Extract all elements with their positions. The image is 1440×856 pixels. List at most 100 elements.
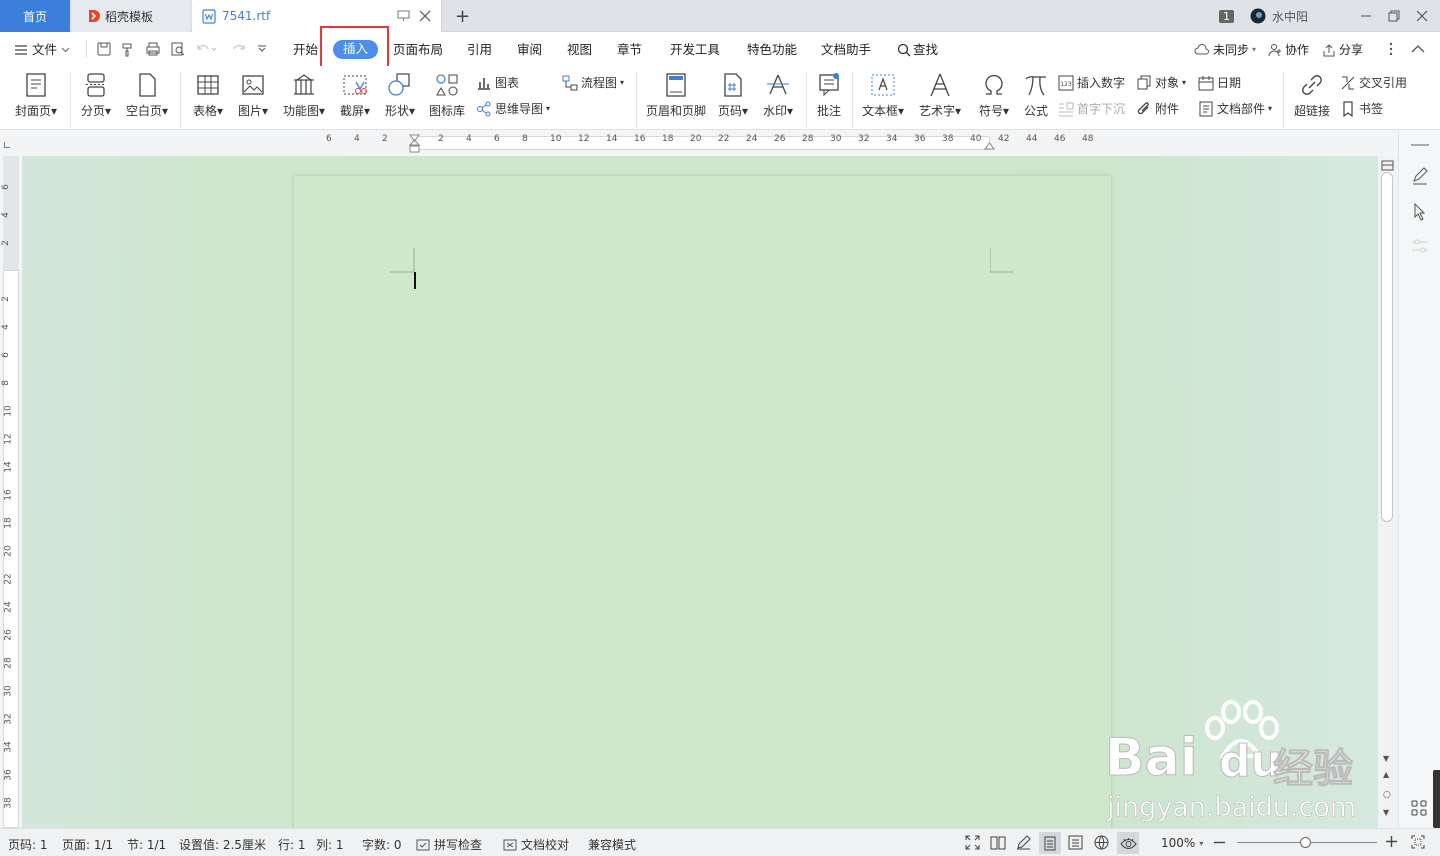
comment-button[interactable]: 批注 [812,72,846,119]
drop-cap-button[interactable]: 首字下沉 [1058,100,1125,117]
document-parts-button[interactable]: 文档部件 ▾ [1198,100,1272,117]
undo-icon[interactable] [196,41,218,57]
file-menu[interactable]: 文件 [14,41,70,59]
vertical-scrollbar[interactable]: ▼ ▲ ○ ▼ [1378,156,1398,828]
print-icon[interactable] [145,41,161,57]
hyperlink-button[interactable]: 超链接 [1290,72,1334,119]
formula-button[interactable]: 公式 [1018,72,1054,119]
table-button[interactable]: 表格▾ [188,72,228,119]
window-count-badge[interactable]: 1 [1218,9,1234,23]
function-map-button[interactable]: 功能图▾ [278,72,330,119]
user-account[interactable]: 水中阳 [1250,8,1308,25]
status-page[interactable]: 页码: 1 [8,836,48,853]
writing-mode-pen-icon[interactable] [1016,835,1031,850]
next-page-icon[interactable]: ▼ [1383,808,1389,817]
restore-icon[interactable] [1388,10,1400,22]
status-setting-value[interactable]: 设置值: 2.5厘米 [179,836,266,853]
picture-button[interactable]: 图片▾ [233,72,273,119]
zoom-in-icon[interactable] [1385,835,1398,848]
menu-doc-assistant[interactable]: 文档助手 [821,41,871,59]
document-proofread-toggle[interactable]: 文档校对 [503,836,569,853]
page-number-button[interactable]: 页码▾ [714,72,752,119]
menu-developer-tools[interactable]: 开发工具 [670,41,720,59]
tab-daoke-templates[interactable]: 稻壳模板 [72,0,190,32]
zoom-slider-thumb[interactable] [1300,837,1311,848]
tab-stop-icon[interactable] [4,142,10,148]
screenshot-button[interactable]: 截屏▾ [335,72,375,119]
fullscreen-icon[interactable] [965,835,980,850]
more-options-icon[interactable] [1388,42,1394,56]
tab-home[interactable]: 首页 [0,0,70,32]
symbol-button[interactable]: 符号▾ [974,72,1014,119]
flowchart-button[interactable]: 流程图 ▾ [562,74,624,91]
split-view-icon[interactable] [1381,160,1394,171]
menu-references[interactable]: 引用 [467,41,492,59]
status-row[interactable]: 行: 1 [278,836,306,853]
page-view-icon[interactable] [1039,832,1061,854]
edit-pen-icon[interactable] [1411,167,1429,185]
vertical-ruler[interactable]: 6 4 2 2 4 6 8 10 12 14 16 18 20 22 24 26 28 30 32 34 36 38 [0,156,22,828]
format-painter-icon[interactable] [120,41,136,57]
textbox-button[interactable]: 文本框▾ [858,72,908,119]
cross-reference-button[interactable]: 交叉引用 [1340,74,1407,91]
minimize-icon[interactable] [1360,10,1372,22]
print-preview-icon[interactable] [170,41,186,57]
reading-mode-icon[interactable] [990,835,1006,850]
settings-sliders-icon[interactable] [1411,238,1429,254]
tab-document[interactable]: 7541.rtf [192,0,442,32]
watermark-button[interactable]: 水印▾ [758,72,798,119]
right-indent-marker-icon[interactable] [984,138,995,150]
search-menu[interactable]: 查找 [897,41,938,59]
new-tab-plus-icon[interactable]: + [455,6,470,27]
sync-status[interactable]: 未同步 ▾ [1194,41,1256,59]
menu-chapter[interactable]: 章节 [617,41,642,59]
zoom-out-icon[interactable] [1213,836,1226,849]
wordart-button[interactable]: 艺术字▾ [914,72,966,119]
shape-button[interactable]: 形状▾ [380,72,420,119]
pin-window-icon[interactable] [397,10,410,22]
bookmark-button[interactable]: 书签 [1340,100,1383,117]
quick-access-dropdown-icon[interactable] [257,45,267,53]
select-browse-object-icon[interactable]: ○ [1383,790,1391,800]
status-word-count[interactable]: 字数: 0 [362,836,402,853]
close-window-icon[interactable] [1416,10,1428,22]
outline-view-icon[interactable] [1068,835,1083,850]
status-column[interactable]: 列: 1 [316,836,344,853]
blank-page-button[interactable]: 空白页▾ [122,72,172,119]
attachment-button[interactable]: 附件 [1136,100,1179,117]
web-view-globe-icon[interactable] [1094,835,1109,850]
side-progress-widget[interactable] [1433,770,1440,828]
eye-protection-icon[interactable] [1117,832,1139,854]
collaborate-button[interactable]: 协作 [1268,41,1309,59]
panel-handle-icon[interactable] [1411,144,1429,146]
spell-check-toggle[interactable]: 拼写检查 [416,836,482,853]
close-tab-icon[interactable] [419,10,431,22]
icon-library-button[interactable]: 图标库 [426,72,468,119]
chart-button[interactable]: 图表 [476,74,519,91]
insert-number-button[interactable]: 123 插入数字 [1058,74,1125,91]
document-page[interactable] [294,176,1111,836]
scroll-down-arrow-icon[interactable]: ▼ [1383,754,1389,763]
collapse-ribbon-icon[interactable] [1411,44,1425,53]
previous-page-icon[interactable]: ▲ [1383,770,1389,779]
zoom-level-dropdown[interactable]: 100% ▾ [1161,836,1203,850]
horizontal-ruler[interactable]: 6 4 2 2 4 6 8 10 12 14 16 18 20 22 24 26 28 30 32 34 36 38 40 4… [0,130,1440,156]
redo-icon[interactable] [230,41,246,57]
save-icon[interactable] [96,41,112,57]
header-footer-button[interactable]: 页眉和页脚 [644,72,708,119]
status-section[interactable]: 节: 1/1 [127,836,166,853]
select-cursor-icon[interactable] [1412,203,1428,221]
fit-window-icon[interactable] [1411,835,1425,849]
menu-view[interactable]: 视图 [567,41,592,59]
share-button[interactable]: 分享 [1322,41,1363,59]
object-button[interactable]: 对象 ▾ [1136,74,1186,91]
scroll-thumb[interactable] [1381,172,1393,522]
date-button[interactable]: 日期 [1198,74,1241,91]
mind-map-button[interactable]: 思维导图 ▾ [476,100,550,117]
menu-special-features[interactable]: 特色功能 [747,41,797,59]
cover-page-button[interactable]: 封面页▾ [10,72,62,119]
menu-review[interactable]: 审阅 [517,41,542,59]
menu-start[interactable]: 开始 [293,41,318,59]
status-pages[interactable]: 页面: 1/1 [62,836,113,853]
grid-view-icon[interactable] [1411,800,1427,816]
